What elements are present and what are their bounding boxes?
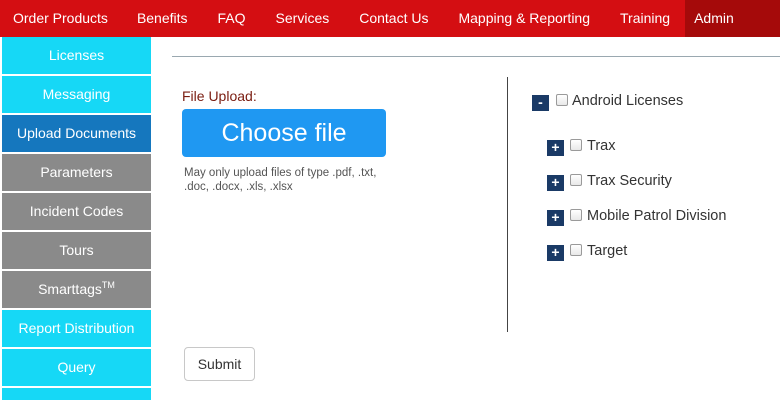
sidebar-item-smarttags-label: Smarttags bbox=[38, 281, 102, 297]
sidebar-item-licenses[interactable]: Licenses bbox=[2, 37, 151, 74]
sidebar-item-query[interactable]: Query bbox=[2, 349, 151, 386]
tree-label-android-licenses: Android Licenses bbox=[572, 93, 684, 109]
tree-label-trax: Trax bbox=[587, 138, 616, 154]
trademark-mark: TM bbox=[101, 280, 115, 290]
tree-label-mobile-patrol-division: Mobile Patrol Division bbox=[587, 208, 727, 224]
file-type-hint: May only upload files of type .pdf, .txt… bbox=[184, 167, 377, 193]
nav-services[interactable]: Services bbox=[261, 0, 345, 37]
expand-toggle-icon[interactable]: + bbox=[547, 245, 564, 261]
checkbox-mobile-patrol-division[interactable] bbox=[570, 209, 582, 221]
top-divider bbox=[172, 56, 780, 57]
nav-faq[interactable]: FAQ bbox=[203, 0, 261, 37]
checkbox-target[interactable] bbox=[570, 244, 582, 256]
nav-order-products[interactable]: Order Products bbox=[0, 0, 122, 37]
file-upload-label: File Upload: bbox=[182, 88, 257, 104]
top-nav: Order Products Benefits FAQ Services Con… bbox=[0, 0, 780, 37]
checkbox-trax[interactable] bbox=[570, 139, 582, 151]
sidebar-item-incident-codes[interactable]: Incident Codes bbox=[2, 193, 151, 230]
choose-file-button[interactable]: Choose file bbox=[182, 109, 386, 157]
expand-toggle-icon[interactable]: + bbox=[547, 140, 564, 156]
checkbox-trax-security[interactable] bbox=[570, 174, 582, 186]
expand-toggle-icon[interactable]: + bbox=[547, 210, 564, 226]
tree-label-trax-security: Trax Security bbox=[587, 173, 672, 189]
sidebar-item-report-distribution[interactable]: Report Distribution bbox=[2, 310, 151, 347]
sidebar-item-partial[interactable] bbox=[2, 388, 151, 400]
sidebar-item-tours[interactable]: Tours bbox=[2, 232, 151, 269]
sidebar: Licenses Messaging Upload Documents Para… bbox=[0, 37, 151, 400]
nav-contact-us[interactable]: Contact Us bbox=[344, 0, 443, 37]
checkbox-android-licenses[interactable] bbox=[556, 94, 568, 106]
tree-label-target: Target bbox=[587, 243, 628, 259]
sidebar-item-upload-documents[interactable]: Upload Documents bbox=[2, 115, 151, 152]
vertical-divider bbox=[507, 77, 508, 332]
expand-toggle-icon[interactable]: + bbox=[547, 175, 564, 191]
submit-button[interactable]: Submit bbox=[184, 347, 255, 381]
collapse-toggle-icon[interactable]: - bbox=[532, 95, 549, 111]
nav-training[interactable]: Training bbox=[605, 0, 685, 37]
nav-mapping-reporting[interactable]: Mapping & Reporting bbox=[443, 0, 605, 37]
sidebar-item-messaging[interactable]: Messaging bbox=[2, 76, 151, 113]
sidebar-item-parameters[interactable]: Parameters bbox=[2, 154, 151, 191]
nav-benefits[interactable]: Benefits bbox=[122, 0, 203, 37]
sidebar-item-smarttags[interactable]: SmarttagsTM bbox=[2, 271, 151, 308]
nav-admin[interactable]: Admin bbox=[685, 0, 780, 37]
